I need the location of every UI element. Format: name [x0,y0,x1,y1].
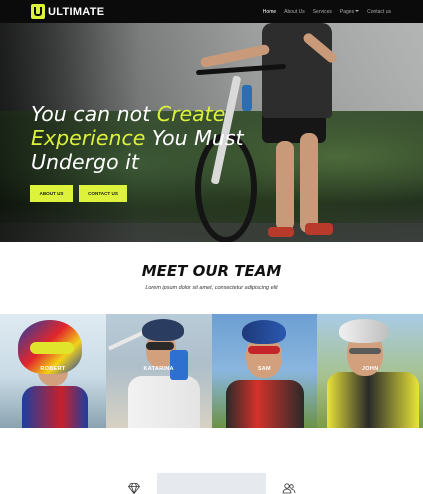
member-torso [127,376,200,428]
member-goggles [30,342,74,354]
member-sunglasses [145,342,174,350]
hero-heading-line3: Undergo it [31,150,139,174]
nav-item-services[interactable]: Services [313,9,332,15]
member-helmet [241,320,286,344]
rider-shoe [268,227,294,237]
member-name: KATARINA [143,366,174,372]
member-name: SAM [257,366,271,372]
member-torso [225,380,304,428]
brand[interactable]: ULTIMATE [31,4,104,19]
team-subtitle: Lorem ipsum dolor sit amet, consectetur … [145,285,278,291]
brand-logo-icon [31,4,45,19]
hero-heading-highlight: Experience [31,126,146,150]
team-member-card[interactable]: SAM [211,314,318,428]
member-scarf [169,350,188,380]
member-name: ROBERT [40,366,66,372]
diamond-icon [127,481,141,494]
member-helmet [339,319,390,343]
nav-menu: Home About Us Services Pages Contact us [263,9,391,15]
member-torso [327,372,420,428]
nav-item-about-us[interactable]: About Us [284,9,305,15]
rider-leg [300,133,318,233]
contact-us-button[interactable]: CONTACT US [79,185,127,202]
member-name: JOHN [361,366,379,372]
nav-item-home[interactable]: Home [263,9,276,15]
team-title: MEET OUR TEAM [141,262,282,280]
chevron-down-icon [355,10,360,13]
features-section [0,428,423,494]
hero-banner: You can not Create Experience You Must U… [0,23,423,242]
navbar: ULTIMATE Home About Us Services Pages Co… [0,0,423,23]
team-member-card[interactable]: ROBERT [0,314,106,428]
member-torso [22,386,88,428]
feature-image [157,473,266,494]
hero-heading-line1: You can not Create [31,102,291,126]
member-sunglasses [247,346,280,354]
nav-item-pages[interactable]: Pages [339,8,360,15]
hero-heading-text: You can not [31,102,157,126]
nav-item-contact-us[interactable]: Contact us [367,9,391,15]
member-helmet [141,319,184,341]
hero-heading-text: You Must [145,126,244,150]
nav-item-pages-label: Pages [339,8,355,15]
hero-buttons: ABOUT US CONTACT US [30,185,127,202]
about-us-button[interactable]: ABOUT US [30,185,73,202]
brand-name: ULTIMATE [48,5,105,18]
team-grid: ROBERT KATARINA SAM JOHN [0,314,423,428]
users-icon [282,481,296,494]
team-member-card[interactable]: JOHN [317,314,423,428]
hero-heading-highlight: Create [156,102,226,126]
hero-heading: You can not Create Experience You Must U… [31,102,291,174]
team-member-card[interactable]: KATARINA [105,314,212,428]
hero-heading-line2: Experience You Must [31,126,291,150]
rider-shoe [305,223,333,235]
member-glasses [349,348,382,354]
